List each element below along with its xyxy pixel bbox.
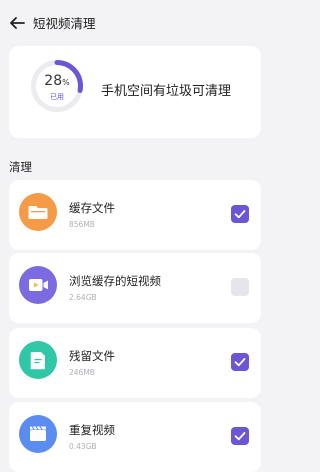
item-name: 缓存文件 xyxy=(69,201,115,215)
page-title: 短视频清理 xyxy=(33,16,96,31)
item-size: 856MB xyxy=(69,220,95,229)
section-title: 清理 xyxy=(9,160,32,174)
clean-item-duplicate-videos[interactable]: 重复视频 0.43GB xyxy=(9,402,261,472)
storage-summary-card: 28% 已用 手机空间有垃圾可清理 xyxy=(9,46,261,138)
item-checkbox[interactable] xyxy=(231,205,249,223)
clapperboard-icon xyxy=(19,415,57,453)
item-size: 2.64GB xyxy=(69,293,97,302)
item-checkbox[interactable] xyxy=(231,353,249,371)
video-camera-icon xyxy=(19,266,57,304)
item-size: 246MB xyxy=(69,368,95,377)
item-name: 重复视频 xyxy=(69,423,115,437)
item-checkbox[interactable] xyxy=(231,427,249,445)
usage-percent: 28% xyxy=(44,73,70,89)
summary-message: 手机空间有垃圾可清理 xyxy=(101,84,232,99)
app-header: 短视频清理 xyxy=(0,0,270,44)
document-icon xyxy=(19,341,57,379)
clean-item-cache-files[interactable]: 缓存文件 856MB xyxy=(9,180,261,250)
clean-item-browsed-videos[interactable]: 浏览缓存的短视频 2.64GB xyxy=(9,253,261,323)
clean-item-residual-files[interactable]: 残留文件 246MB xyxy=(9,328,261,398)
used-label: 已用 xyxy=(50,93,64,101)
item-checkbox[interactable] xyxy=(231,278,249,296)
back-arrow-icon[interactable] xyxy=(6,12,28,34)
folder-icon xyxy=(19,193,57,231)
item-name: 残留文件 xyxy=(69,349,115,363)
item-name: 浏览缓存的短视频 xyxy=(69,274,161,288)
